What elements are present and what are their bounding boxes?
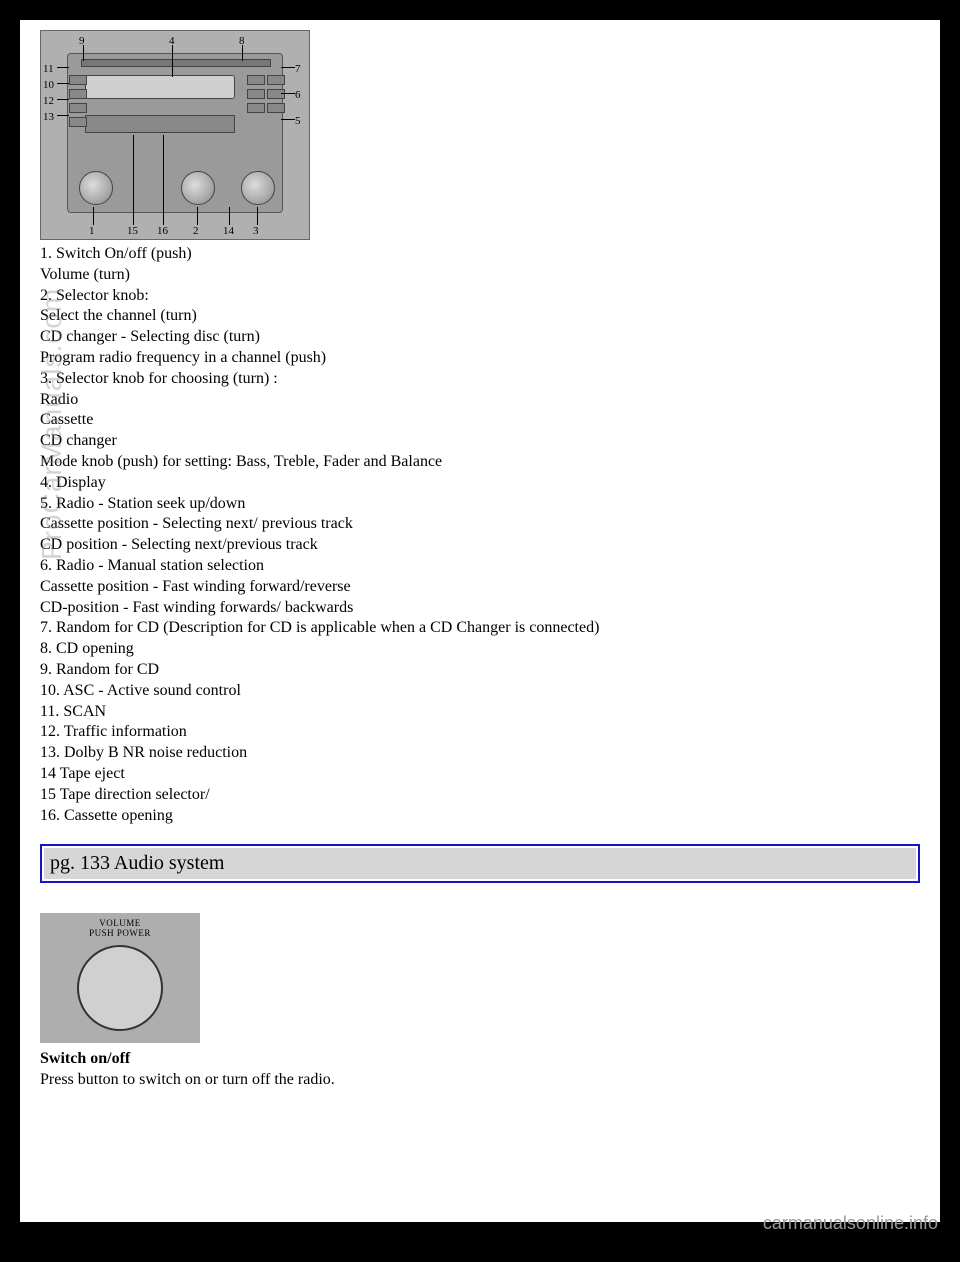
callout-line	[133, 135, 134, 225]
callout-line	[57, 115, 69, 116]
callout-11: 11	[43, 63, 54, 75]
control-item: CD position - Selecting next/previous tr…	[40, 535, 920, 556]
manual-page: 9 4 8 7 6 5 11 10 12 13 1 15 16 2 14 3 1…	[20, 20, 940, 1222]
control-item: Select the channel (turn)	[40, 306, 920, 327]
diagram-button	[69, 117, 87, 127]
callout-line	[172, 45, 173, 77]
callout-line	[242, 45, 243, 61]
diagram-button	[247, 89, 265, 99]
control-item: 5. Radio - Station seek up/down	[40, 494, 920, 515]
switch-title: Switch on/off	[40, 1049, 920, 1070]
control-item: 16. Cassette opening	[40, 806, 920, 827]
control-item: Cassette position - Selecting next/ prev…	[40, 514, 920, 535]
knob-circle	[77, 945, 163, 1031]
control-item: CD-position - Fast winding forwards/ bac…	[40, 598, 920, 619]
callout-16: 16	[157, 225, 168, 237]
control-item: 4. Display	[40, 473, 920, 494]
callout-10: 10	[43, 79, 54, 91]
control-item: 3. Selector knob for choosing (turn) :	[40, 369, 920, 390]
control-item: Mode knob (push) for setting: Bass, Treb…	[40, 452, 920, 473]
callout-line	[281, 119, 295, 120]
control-item: 11. SCAN	[40, 702, 920, 723]
callout-line	[229, 207, 230, 225]
control-item: Cassette	[40, 410, 920, 431]
diagram-button	[247, 103, 265, 113]
section-header: pg. 133 Audio system	[40, 844, 920, 883]
diagram-button	[247, 75, 265, 85]
diagram-button	[267, 89, 285, 99]
diagram-knob-selector	[181, 171, 215, 205]
control-item: Program radio frequency in a channel (pu…	[40, 348, 920, 369]
control-item: Radio	[40, 390, 920, 411]
callout-15: 15	[127, 225, 138, 237]
callout-line	[83, 45, 84, 61]
control-item: 14 Tape eject	[40, 764, 920, 785]
control-item: 12. Traffic information	[40, 722, 920, 743]
callout-12: 12	[43, 95, 54, 107]
control-item: Volume (turn)	[40, 265, 920, 286]
callout-line	[257, 207, 258, 225]
switch-text: Press button to switch on or turn off th…	[40, 1070, 920, 1091]
diagram-knob-volume	[79, 171, 113, 205]
control-item: 13. Dolby B NR noise reduction	[40, 743, 920, 764]
callout-line	[57, 67, 69, 68]
callout-line	[57, 83, 69, 84]
callout-line	[281, 67, 295, 68]
callout-7: 7	[295, 63, 301, 75]
radio-diagram: 9 4 8 7 6 5 11 10 12 13 1 15 16 2 14 3	[40, 30, 310, 240]
control-item: 9. Random for CD	[40, 660, 920, 681]
control-item: 10. ASC - Active sound control	[40, 681, 920, 702]
callout-13: 13	[43, 111, 54, 123]
section-header-text: pg. 133 Audio system	[44, 848, 916, 879]
diagram-button	[69, 89, 87, 99]
control-item: 7. Random for CD (Description for CD is …	[40, 618, 920, 639]
control-item: CD changer	[40, 431, 920, 452]
callout-line	[93, 207, 94, 225]
callout-line	[197, 207, 198, 225]
callout-3: 3	[253, 225, 259, 237]
cassette-slot	[85, 115, 235, 133]
controls-description: 1. Switch On/off (push) Volume (turn) 2.…	[40, 244, 920, 826]
diagram-knob-mode	[241, 171, 275, 205]
diagram-button	[267, 75, 285, 85]
diagram-button	[69, 103, 87, 113]
control-item: CD changer - Selecting disc (turn)	[40, 327, 920, 348]
control-item: 8. CD opening	[40, 639, 920, 660]
callout-1: 1	[89, 225, 95, 237]
footer-source: carmanualsonline.info	[763, 1213, 938, 1234]
callout-6: 6	[295, 89, 301, 101]
callout-14: 14	[223, 225, 234, 237]
control-item: 6. Radio - Manual station selection	[40, 556, 920, 577]
callout-2: 2	[193, 225, 199, 237]
knob-label-line2: PUSH POWER	[89, 929, 151, 939]
control-item: 15 Tape direction selector/	[40, 785, 920, 806]
callout-line	[163, 135, 164, 225]
diagram-button	[267, 103, 285, 113]
control-item: 2. Selector knob:	[40, 286, 920, 307]
switch-onoff-section: Switch on/off Press button to switch on …	[40, 1049, 920, 1091]
diagram-button	[69, 75, 87, 85]
volume-knob-figure: VOLUME PUSH POWER	[40, 913, 200, 1043]
callout-line	[57, 99, 69, 100]
callout-5: 5	[295, 115, 301, 127]
callout-line	[281, 93, 295, 94]
control-item: Cassette position - Fast winding forward…	[40, 577, 920, 598]
control-item: 1. Switch On/off (push)	[40, 244, 920, 265]
radio-display	[85, 75, 235, 99]
